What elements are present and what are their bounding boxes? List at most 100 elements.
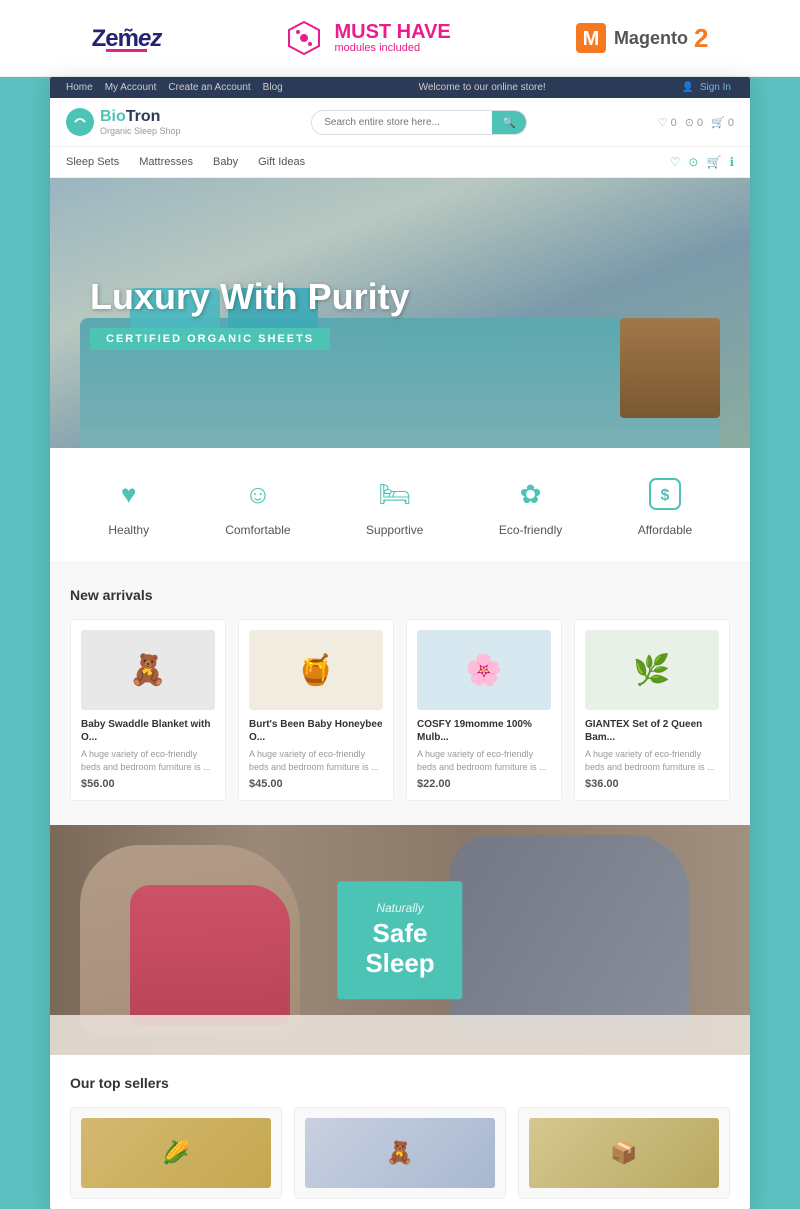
nav-baby[interactable]: Baby xyxy=(213,156,238,168)
product-img-4: 🌿 xyxy=(585,630,719,710)
nav-home[interactable]: Home xyxy=(66,82,93,93)
search-button[interactable]: 🔍 xyxy=(492,111,526,134)
new-arrivals-section: New arrivals 🧸 Baby Swaddle Blanket with… xyxy=(50,563,750,825)
search-bar[interactable]: 🔍 xyxy=(311,110,527,135)
store-logo: BioTron Organic Sleep Shop xyxy=(66,108,181,136)
magento-label: Magento xyxy=(614,28,688,49)
store-nav: Sleep Sets Mattresses Baby Gift Ideas ♡ … xyxy=(50,147,750,178)
dollar-icon: $ xyxy=(644,473,686,515)
nav-action-icons: ♡ ⊙ 🛒 ℹ xyxy=(670,155,734,169)
nav-wishlist-icon[interactable]: ♡ xyxy=(670,155,681,169)
product-name-3: COSFY 19momme 100% Mulb... xyxy=(417,718,551,744)
product-price-1: $56.00 xyxy=(81,778,215,790)
search-input[interactable] xyxy=(312,112,492,133)
furniture xyxy=(620,318,720,418)
store-wrapper: Home My Account Create an Account Blog W… xyxy=(50,77,750,1209)
product-img-3: 🌸 xyxy=(417,630,551,710)
magento-icon: M xyxy=(574,21,608,55)
seller-img-3: 📦 xyxy=(529,1118,719,1188)
seller-img-1: 🌽 xyxy=(81,1118,271,1188)
store-header: BioTron Organic Sleep Shop 🔍 ♡ 0 ⊙ 0 🛒 0 xyxy=(50,98,750,147)
product-img-1: 🧸 xyxy=(81,630,215,710)
svg-text:M: M xyxy=(583,28,600,50)
feature-affordable-label: Affordable xyxy=(638,523,693,537)
hero-banner: Luxury With Purity CERTIFIED ORGANIC SHE… xyxy=(50,178,750,448)
hero-content: Luxury With Purity CERTIFIED ORGANIC SHE… xyxy=(50,276,450,350)
nav-cart-icon[interactable]: 🛒 xyxy=(706,155,721,169)
feature-comfortable-label: Comfortable xyxy=(225,523,290,537)
logo-tagline: Organic Sleep Shop xyxy=(100,126,181,136)
header-icons: ♡ 0 ⊙ 0 🛒 0 xyxy=(658,116,734,129)
features-bar: ♥ Healthy ☺ Comfortable 🛏 Supportive ✿ E… xyxy=(50,448,750,563)
musthave-sub: modules included xyxy=(334,42,450,54)
hero-title: Luxury With Purity xyxy=(90,276,410,318)
nav-my-account[interactable]: My Account xyxy=(105,82,157,93)
svg-text:$: $ xyxy=(661,487,670,504)
nav-mattresses[interactable]: Mattresses xyxy=(139,156,193,168)
feature-eco-label: Eco-friendly xyxy=(499,523,562,537)
logo-tron: Tron xyxy=(126,108,161,125)
product-card-4[interactable]: 🌿 GIANTEX Set of 2 Queen Bam... A huge v… xyxy=(574,619,730,801)
logo-bio: Bio xyxy=(100,108,126,125)
product-price-3: $22.00 xyxy=(417,778,551,790)
safe-sleep-banner: Naturally Safe Sleep xyxy=(50,825,750,1055)
naturally-text: Naturally xyxy=(365,901,434,915)
seller-card-2[interactable]: 🧸 xyxy=(294,1107,506,1199)
feature-affordable: $ Affordable xyxy=(638,473,693,537)
welcome-message: Welcome to our online store! xyxy=(419,82,546,93)
magento-version: 2 xyxy=(694,23,708,54)
nav-compare-icon[interactable]: ⊙ xyxy=(688,155,698,169)
branding-bar: Zem̃ez MUST HAVE modules included M Mage… xyxy=(0,0,800,77)
nav-info-icon[interactable]: ℹ xyxy=(729,155,734,169)
safe-text: Safe xyxy=(365,919,434,948)
product-card-3[interactable]: 🌸 COSFY 19momme 100% Mulb... A huge vari… xyxy=(406,619,562,801)
product-img-2: 🍯 xyxy=(249,630,383,710)
cart-icon[interactable]: 🛒 0 xyxy=(711,116,734,129)
product-desc-4: A huge variety of eco-friendly beds and … xyxy=(585,748,719,773)
nav-blog[interactable]: Blog xyxy=(263,82,283,93)
logo-icon xyxy=(66,108,94,136)
smile-icon: ☺ xyxy=(237,473,279,515)
zemes-logo: Zem̃ez xyxy=(92,25,162,52)
magento-brand: M Magento 2 xyxy=(574,21,708,55)
wishlist-icon[interactable]: ♡ 0 xyxy=(658,116,677,129)
flower-icon: ✿ xyxy=(510,473,552,515)
product-card-2[interactable]: 🍯 Burt's Been Baby Honeybee O... A huge … xyxy=(238,619,394,801)
compare-icon[interactable]: ⊙ 0 xyxy=(685,116,703,129)
seller-card-3[interactable]: 📦 xyxy=(518,1107,730,1199)
top-sellers-products: 🌽 🧸 📦 xyxy=(70,1107,730,1199)
product-desc-1: A huge variety of eco-friendly beds and … xyxy=(81,748,215,773)
mattress xyxy=(50,1015,750,1055)
feature-eco-friendly: ✿ Eco-friendly xyxy=(499,473,562,537)
product-name-4: GIANTEX Set of 2 Queen Bam... xyxy=(585,718,719,744)
musthave-badge: MUST HAVE modules included xyxy=(284,18,450,58)
person-right xyxy=(450,835,690,1035)
feature-supportive-label: Supportive xyxy=(366,523,423,537)
nav-create-account[interactable]: Create an Account xyxy=(168,82,250,93)
safe-sleep-box: Naturally Safe Sleep xyxy=(337,881,462,999)
product-name-2: Burt's Been Baby Honeybee O... xyxy=(249,718,383,744)
product-name-1: Baby Swaddle Blanket with O... xyxy=(81,718,215,744)
top-sellers-section: Our top sellers 🌽 🧸 📦 xyxy=(50,1055,750,1209)
nav-gift-ideas[interactable]: Gift Ideas xyxy=(258,156,305,168)
sleep-text: Sleep xyxy=(365,948,434,979)
seller-card-1[interactable]: 🌽 xyxy=(70,1107,282,1199)
person-red-shirt xyxy=(130,885,290,1025)
feature-healthy-label: Healthy xyxy=(108,523,149,537)
products-grid: 🧸 Baby Swaddle Blanket with O... A huge … xyxy=(70,619,730,801)
nav-sleep-sets[interactable]: Sleep Sets xyxy=(66,156,119,168)
musthave-icon xyxy=(284,18,324,58)
feature-supportive: 🛏 Supportive xyxy=(366,473,423,537)
new-arrivals-title: New arrivals xyxy=(70,587,730,603)
feature-comfortable: ☺ Comfortable xyxy=(225,473,290,537)
product-desc-2: A huge variety of eco-friendly beds and … xyxy=(249,748,383,773)
person-icon: 👤 xyxy=(682,82,694,93)
product-desc-3: A huge variety of eco-friendly beds and … xyxy=(417,748,551,773)
heart-icon: ♥ xyxy=(108,473,150,515)
hero-subtitle: CERTIFIED ORGANIC SHEETS xyxy=(90,328,330,350)
top-sellers-title: Our top sellers xyxy=(70,1075,730,1091)
store-logo-text: BioTron Organic Sleep Shop xyxy=(100,108,181,136)
musthave-label: MUST HAVE xyxy=(334,22,450,42)
product-card-1[interactable]: 🧸 Baby Swaddle Blanket with O... A huge … xyxy=(70,619,226,801)
signin-link[interactable]: 👤 Sign In xyxy=(682,82,734,93)
